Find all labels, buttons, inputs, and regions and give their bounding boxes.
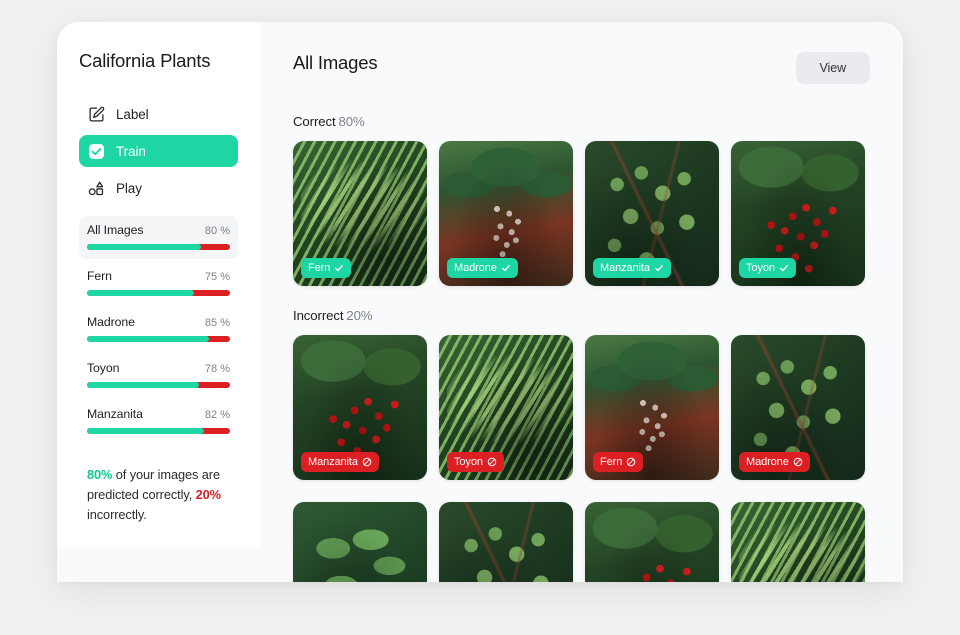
section-label: Correct — [293, 114, 336, 129]
stat-row-fern[interactable]: Fern 75 % — [79, 262, 238, 305]
check-icon — [654, 264, 663, 272]
stat-row-all-images[interactable]: All Images 80 % — [79, 216, 238, 259]
accuracy-bar — [87, 290, 230, 296]
prediction-badge[interactable]: Fern — [593, 452, 644, 472]
sidebar-item-train[interactable]: Train — [79, 135, 238, 167]
main-content: All Images View Correct80% Fern Madrone — [260, 22, 903, 582]
sidebar-nav: Label Train Play — [79, 98, 238, 204]
image-grid-correct: Fern Madrone Manzanita Toyon — [293, 141, 870, 286]
section-percent: 20% — [346, 308, 373, 323]
badge-label: Madrone — [746, 456, 789, 468]
image-card[interactable]: Toyon — [439, 335, 573, 480]
accuracy-summary-text: 80% of your images are predicted correct… — [79, 465, 238, 525]
page-title: All Images — [293, 52, 378, 73]
app-title: California Plants — [79, 50, 211, 71]
no-entry-icon — [626, 457, 636, 467]
image-card[interactable]: Toyon — [731, 141, 865, 286]
badge-label: Manzanita — [308, 456, 358, 468]
section-header-correct: Correct 80% — [293, 114, 870, 129]
summary-correct-percent: 80% — [87, 467, 113, 482]
sidebar: California Plants Label Train Play All I… — [57, 22, 260, 548]
image-card[interactable]: Fern — [585, 335, 719, 480]
accuracy-bar — [87, 428, 230, 434]
badge-label: Toyon — [454, 456, 483, 468]
view-button[interactable]: View — [795, 52, 870, 84]
accuracy-bar-fill — [87, 382, 199, 388]
section-percent: 80% — [338, 114, 365, 129]
sidebar-item-label-text: Label — [116, 106, 149, 122]
prediction-badge[interactable]: Madrone — [739, 452, 810, 472]
stat-name: Fern — [87, 269, 112, 283]
image-card[interactable] — [439, 502, 573, 582]
accuracy-bar — [87, 244, 230, 250]
pencil-square-icon — [88, 106, 105, 123]
stat-name: Manzanita — [87, 407, 143, 421]
checkbox-checked-icon — [88, 143, 105, 160]
main-header: All Images View — [293, 52, 870, 84]
stat-row-toyon[interactable]: Toyon 78 % — [79, 354, 238, 397]
image-card[interactable]: Fern — [293, 141, 427, 286]
badge-label: Madrone — [454, 262, 497, 274]
badge-label: Fern — [600, 456, 623, 468]
plant-photo — [731, 502, 865, 582]
accuracy-bar — [87, 382, 230, 388]
sidebar-item-play[interactable]: Play — [79, 172, 238, 204]
prediction-badge[interactable]: Manzanita — [593, 258, 671, 278]
stat-value: 80 % — [204, 225, 230, 237]
plant-photo — [585, 502, 719, 582]
badge-label: Manzanita — [600, 262, 650, 274]
accuracy-bar-fill — [87, 336, 209, 342]
summary-incorrect-percent: 20% — [195, 487, 221, 502]
check-icon — [501, 264, 510, 272]
image-card[interactable]: Manzanita — [293, 335, 427, 480]
plant-photo — [293, 502, 427, 582]
check-icon — [779, 264, 788, 272]
prediction-badge[interactable]: Fern — [301, 258, 352, 278]
image-grid-overflow — [293, 502, 870, 582]
no-entry-icon — [362, 457, 372, 467]
check-icon — [335, 264, 344, 272]
badge-label: Toyon — [746, 262, 775, 274]
app-window: California Plants Label Train Play All I… — [57, 22, 903, 582]
stat-value: 78 % — [204, 363, 230, 375]
prediction-badge[interactable]: Madrone — [447, 258, 518, 278]
sidebar-item-label[interactable]: Label — [79, 98, 238, 130]
section-label: Incorrect — [293, 308, 344, 323]
image-card[interactable] — [585, 502, 719, 582]
sidebar-item-train-text: Train — [116, 143, 146, 159]
stat-value: 75 % — [204, 271, 230, 283]
accuracy-bar-fill — [87, 428, 205, 434]
accuracy-bar-fill — [87, 244, 202, 250]
no-entry-icon — [487, 457, 497, 467]
no-entry-icon — [793, 457, 802, 467]
accuracy-bar-fill — [87, 290, 195, 296]
prediction-badge[interactable]: Toyon — [447, 452, 504, 472]
image-card[interactable] — [293, 502, 427, 582]
image-card[interactable] — [731, 502, 865, 582]
accuracy-bar — [87, 336, 230, 342]
prediction-badge[interactable]: Toyon — [739, 258, 796, 278]
stat-value: 85 % — [204, 317, 230, 329]
image-card[interactable]: Madrone — [439, 141, 573, 286]
image-card[interactable]: Madrone — [731, 335, 865, 480]
stat-name: Madrone — [87, 315, 135, 329]
image-grid-incorrect: Manzanita Toyon Fern Madrone — [293, 335, 870, 480]
stat-row-madrone[interactable]: Madrone 85 % — [79, 308, 238, 351]
stat-name: Toyon — [87, 361, 120, 375]
summary-tail-text: incorrectly. — [87, 507, 147, 522]
stat-value: 82 % — [204, 409, 230, 421]
badge-label: Fern — [308, 262, 331, 274]
stat-name: All Images — [87, 223, 144, 237]
prediction-badge[interactable]: Manzanita — [301, 452, 379, 472]
shapes-icon — [88, 180, 105, 197]
section-header-incorrect: Incorrect 20% — [293, 308, 870, 323]
stat-row-manzanita[interactable]: Manzanita 82 % — [79, 400, 238, 443]
plant-photo — [439, 502, 573, 582]
sidebar-item-play-text: Play — [116, 180, 142, 196]
class-accuracy-list: All Images 80 % Fern 75 % Madrone 85 % T… — [79, 216, 238, 443]
image-card[interactable]: Manzanita — [585, 141, 719, 286]
